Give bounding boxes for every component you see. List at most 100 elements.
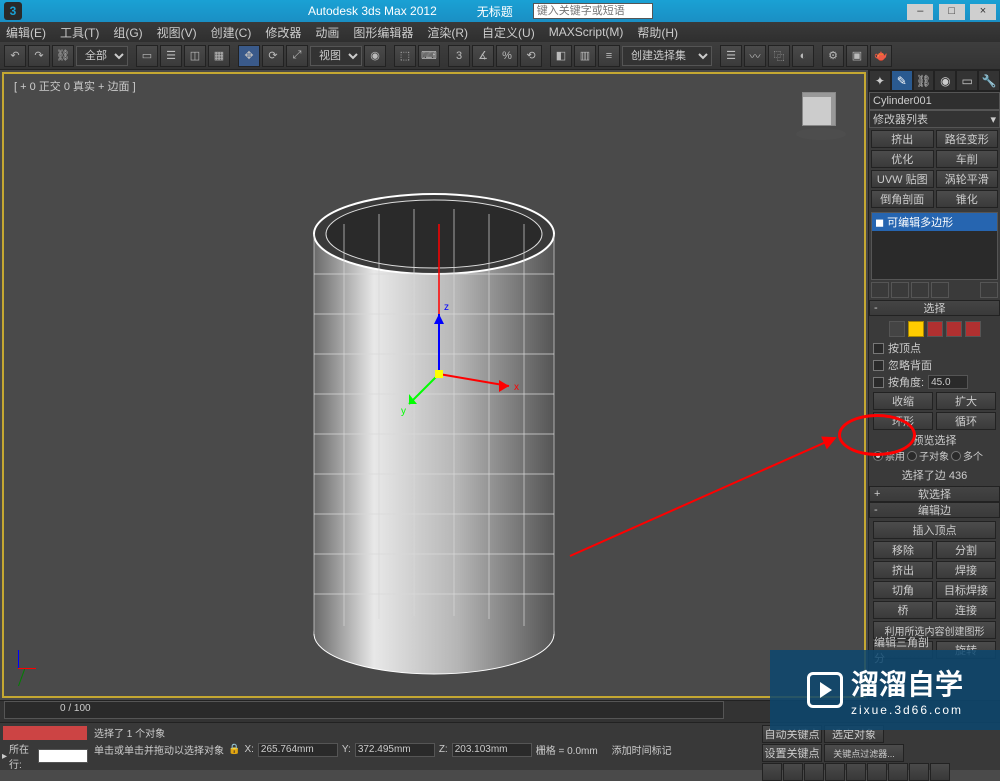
app-icon[interactable]: 3 — [4, 2, 22, 20]
configure-button[interactable] — [980, 282, 998, 298]
menu-view[interactable]: 视图(V) — [157, 24, 197, 41]
menu-graph[interactable]: 图形编辑器 — [353, 24, 413, 41]
manip-button[interactable]: ⬚ — [394, 45, 416, 67]
btn-bridge[interactable]: 桥 — [873, 601, 933, 619]
btn-remove[interactable]: 移除 — [873, 541, 933, 559]
keymode-button[interactable]: ⌨ — [418, 45, 440, 67]
radio-subobj[interactable] — [907, 451, 917, 461]
btn-extrude2[interactable]: 挤出 — [873, 561, 933, 579]
btn-uvwmap[interactable]: UVW 贴图 — [871, 170, 934, 188]
selection-filter[interactable]: 全部 — [76, 46, 128, 66]
snap-button[interactable]: 3 — [448, 45, 470, 67]
schematic-button[interactable]: ⿻ — [768, 45, 790, 67]
chk-by-angle[interactable]: 按角度:45.0 — [873, 374, 996, 390]
poly-mode[interactable] — [946, 321, 962, 337]
spinner-snap-button[interactable]: ⟲ — [520, 45, 542, 67]
radio-disable[interactable] — [873, 451, 883, 461]
mirror-button[interactable]: ▥ — [574, 45, 596, 67]
maxscript-input[interactable] — [38, 749, 88, 763]
viewcube[interactable] — [796, 86, 846, 136]
menu-tools[interactable]: 工具(T) — [60, 24, 99, 41]
tab-hierarchy[interactable]: ⛓ — [913, 70, 935, 91]
btn-ring[interactable]: 环形 — [873, 412, 933, 430]
layers-button[interactable]: ☰ — [720, 45, 742, 67]
tab-utilities[interactable]: 🔧 — [978, 70, 1000, 91]
btn-lathe[interactable]: 车削 — [936, 150, 999, 168]
btn-turbosmooth[interactable]: 涡轮平滑 — [936, 170, 999, 188]
rollout-softsel[interactable]: +软选择 — [869, 486, 1000, 502]
pivot-button[interactable]: ◉ — [364, 45, 386, 67]
menu-edit[interactable]: 编辑(E) — [6, 24, 46, 41]
move-button[interactable]: ✥ — [238, 45, 260, 67]
radio-multi[interactable] — [951, 451, 961, 461]
btn-expand[interactable]: 扩大 — [936, 392, 996, 410]
window-crossing-button[interactable]: ▦ — [208, 45, 230, 67]
modifier-stack[interactable]: ◼可编辑多边形 — [871, 212, 998, 280]
time-slider[interactable] — [4, 701, 724, 719]
menu-maxscript[interactable]: MAXScript(M) — [549, 25, 624, 39]
btn-connect[interactable]: 连接 — [936, 601, 996, 619]
nav-pan[interactable] — [888, 763, 908, 781]
nav-prev-key[interactable] — [783, 763, 803, 781]
object-name-input[interactable] — [869, 92, 1000, 110]
btn-optimize[interactable]: 优化 — [871, 150, 934, 168]
material-button[interactable]: ◐ — [792, 45, 814, 67]
viewport[interactable]: [ + 0 正交 0 真实 + 边面 ] — [2, 72, 866, 698]
redo-button[interactable]: ↷ — [28, 45, 50, 67]
remove-mod-button[interactable] — [931, 282, 949, 298]
menu-animation[interactable]: 动画 — [315, 24, 339, 41]
menu-modifier[interactable]: 修改器 — [265, 24, 301, 41]
angle-value[interactable]: 45.0 — [928, 375, 968, 389]
element-mode[interactable] — [965, 321, 981, 337]
curve-editor-button[interactable]: 〰 — [744, 45, 766, 67]
undo-button[interactable]: ↶ — [4, 45, 26, 67]
minimize-button[interactable]: – — [907, 4, 933, 20]
tab-create[interactable]: ✦ — [869, 70, 891, 91]
coord-y[interactable] — [355, 743, 435, 757]
object-name-field[interactable] — [869, 92, 1000, 110]
help-search[interactable] — [533, 3, 653, 19]
angle-snap-button[interactable]: ∡ — [472, 45, 494, 67]
btn-chamfer[interactable]: 倒角剖面 — [871, 190, 934, 208]
modifier-list-dropdown[interactable]: 修改器列表▾ — [869, 110, 1000, 128]
btn-keyfilter[interactable]: 关键点过滤器... — [824, 744, 904, 762]
btn-loop[interactable]: 循环 — [936, 412, 996, 430]
nav-goto-start[interactable] — [762, 763, 782, 781]
btn-weld[interactable]: 焊接 — [936, 561, 996, 579]
btn-extrude[interactable]: 挤出 — [871, 130, 934, 148]
unique-button[interactable] — [911, 282, 929, 298]
render-button[interactable]: 🫖 — [870, 45, 892, 67]
help-search-input[interactable] — [533, 3, 653, 19]
link-button[interactable]: ⛓ — [52, 45, 74, 67]
render-setup-button[interactable]: ⚙ — [822, 45, 844, 67]
vertex-mode[interactable] — [889, 321, 905, 337]
named-sel-button[interactable]: ◧ — [550, 45, 572, 67]
show-end-button[interactable] — [891, 282, 909, 298]
scene-object-cylinder[interactable]: x y z — [204, 134, 664, 694]
align-button[interactable]: ≡ — [598, 45, 620, 67]
btn-tessellate[interactable]: 锥化 — [936, 190, 999, 208]
nav-play[interactable] — [804, 763, 824, 781]
named-selection-set[interactable]: 创建选择集 — [622, 46, 712, 66]
pin-stack-button[interactable] — [871, 282, 889, 298]
scale-button[interactable]: ⤢ — [286, 45, 308, 67]
btn-shrink[interactable]: 收缩 — [873, 392, 933, 410]
add-marker[interactable]: 添加时间标记 — [612, 742, 672, 757]
border-mode[interactable] — [927, 321, 943, 337]
rollout-selection[interactable]: -选择 — [869, 300, 1000, 316]
select-region-button[interactable]: ◫ — [184, 45, 206, 67]
menu-customize[interactable]: 自定义(U) — [482, 24, 535, 41]
btn-setkey[interactable]: 设置关键点 — [762, 744, 822, 762]
edge-mode[interactable] — [908, 321, 924, 337]
menu-render[interactable]: 渲染(R) — [427, 24, 468, 41]
btn-chamfer2[interactable]: 切角 — [873, 581, 933, 599]
chk-by-vertex[interactable]: 按顶点 — [873, 340, 996, 356]
menu-group[interactable]: 组(G) — [113, 24, 142, 41]
stack-item-editable-poly[interactable]: ◼可编辑多边形 — [872, 213, 997, 231]
tab-motion[interactable]: ◉ — [934, 70, 956, 91]
rollout-editedge[interactable]: -编辑边 — [869, 502, 1000, 518]
tab-modify[interactable]: ✎ — [891, 70, 913, 91]
chk-ignore-back[interactable]: 忽略背面 — [873, 357, 996, 373]
tab-display[interactable]: ▭ — [956, 70, 978, 91]
viewport-label[interactable]: [ + 0 正交 0 真实 + 边面 ] — [14, 78, 136, 94]
